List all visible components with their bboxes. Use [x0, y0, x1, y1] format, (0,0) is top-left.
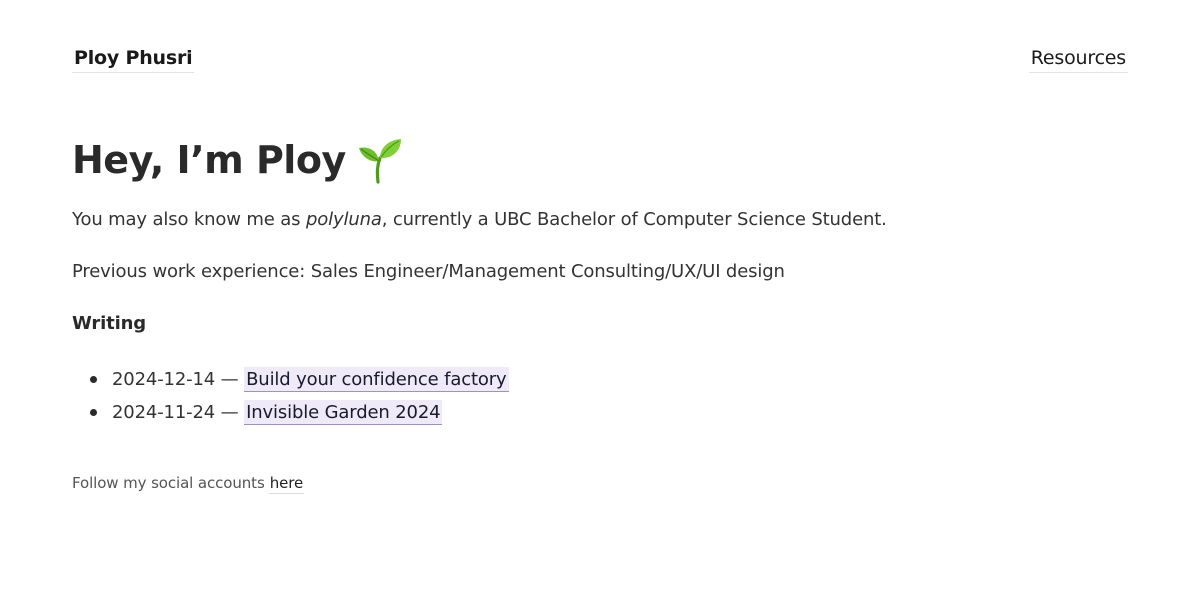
page-title-text: Hey, I’m Ploy [72, 138, 346, 182]
nav-resources-link[interactable]: Resources [1028, 46, 1128, 73]
page-title: Hey, I’m Ploy [72, 136, 1132, 184]
list-item: 2024-12-14 — Build your confidence facto… [90, 363, 1132, 396]
site-name-link[interactable]: Ploy Phusri [72, 46, 195, 73]
seedling-icon [356, 136, 404, 184]
post-date: 2024-12-14 [112, 369, 216, 390]
bullet-icon [90, 409, 97, 416]
post-separator: — [215, 369, 245, 390]
intro-after: , currently a UBC Bachelor of Computer S… [381, 209, 887, 230]
intro-before: You may also know me as [72, 209, 306, 230]
footer: Follow my social accounts here [72, 472, 305, 494]
list-item: 2024-11-24 — Invisible Garden 2024 [90, 396, 1132, 429]
writing-list: 2024-12-14 — Build your confidence facto… [72, 363, 1132, 429]
social-accounts-link[interactable]: here [268, 474, 305, 494]
site-header: Ploy Phusri Resources [72, 46, 1128, 78]
intro-alias: polyluna [305, 209, 382, 230]
main-content: Hey, I’m Ploy You may also know me as po… [72, 136, 1132, 429]
bullet-icon [90, 376, 97, 383]
post-separator: — [215, 402, 245, 423]
writing-heading: Writing [72, 313, 147, 334]
intro-text: You may also know me as polyluna, curren… [72, 207, 1132, 233]
work-experience-text: Previous work experience: Sales Engineer… [72, 261, 785, 282]
footer-text: Follow my social accounts [72, 474, 265, 492]
post-link[interactable]: Invisible Garden 2024 [244, 400, 443, 425]
post-date: 2024-11-24 [112, 402, 216, 423]
post-link[interactable]: Build your confidence factory [244, 367, 509, 392]
page: Ploy Phusri Resources Hey, I’m Ploy You … [0, 0, 1200, 600]
